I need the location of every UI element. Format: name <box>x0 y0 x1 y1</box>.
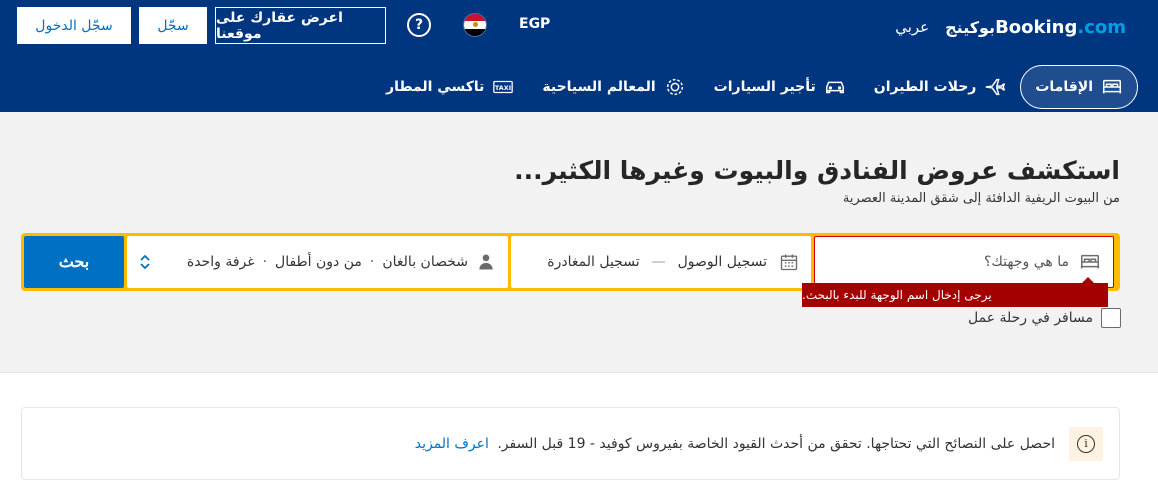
checkout-label: تسجيل المغادرة <box>547 254 640 270</box>
children-count: من دون أطفال <box>275 254 362 270</box>
bed-icon <box>1102 79 1122 94</box>
signin-button[interactable]: سجّل الدخول <box>17 7 131 44</box>
page-title: استكشف عروض الفنادق والبيوت وغيرها الكثي… <box>514 156 1120 185</box>
main-nav: الإقامات رحلات الطيران تأجير السيارات ال… <box>372 62 1138 112</box>
business-travel-label: مسافر في رحلة عمل <box>968 310 1093 326</box>
chevron-updown-icon <box>139 254 151 270</box>
car-icon <box>825 81 844 94</box>
learn-more-link[interactable]: اعرف المزيد <box>415 436 489 452</box>
logo-wordmark: Booking <box>995 16 1078 38</box>
tab-flights[interactable]: رحلات الطيران <box>860 65 1021 109</box>
logo-suffix: .com <box>1077 16 1126 38</box>
egypt-flag-icon[interactable] <box>463 13 487 37</box>
logo-language: عربي <box>895 18 930 36</box>
checkin-label: تسجيل الوصول <box>677 254 767 270</box>
header: Booking.com بوكينج عربي EGP ? اعرض عقارك… <box>0 0 1158 112</box>
logo-arabic: بوكينج <box>945 17 996 37</box>
tab-airport-taxi[interactable]: TAXI تاكسي المطار <box>372 65 528 109</box>
business-travel-option[interactable]: مسافر في رحلة عمل <box>968 308 1121 328</box>
tab-airport-taxi-label: تاكسي المطار <box>386 79 485 95</box>
calendar-icon <box>780 254 798 271</box>
tab-attractions[interactable]: المعالم السياحية <box>528 65 699 109</box>
tab-car-rental[interactable]: تأجير السيارات <box>700 65 860 109</box>
attractions-icon <box>666 78 683 96</box>
hero-section: استكشف عروض الفنادق والبيوت وغيرها الكثي… <box>0 112 1158 373</box>
booking-logo[interactable]: Booking.com بوكينج عربي <box>895 14 1126 40</box>
destination-input[interactable]: ما هي وجهتك؟ <box>814 236 1114 288</box>
taxi-icon: TAXI <box>493 80 514 94</box>
tab-attractions-label: المعالم السياحية <box>542 79 656 95</box>
list-property-button[interactable]: اعرض عقارك على موقعنا <box>215 7 386 44</box>
info-icon: i <box>1069 426 1103 461</box>
person-icon <box>479 254 493 270</box>
currency-selector[interactable]: EGP <box>519 16 550 32</box>
destination-error-tooltip: يرجى إدخال اسم الوجهة للبدء بالبحث. <box>802 277 1108 307</box>
search-button[interactable]: بحث <box>24 236 124 288</box>
tab-stays-label: الإقامات <box>1035 79 1093 95</box>
svg-text:TAXI: TAXI <box>495 84 511 92</box>
guests-selector[interactable]: شخصان بالغان · من دون أطفال · غرفة واحدة <box>127 236 508 288</box>
bed-icon <box>1080 254 1100 269</box>
register-button[interactable]: سجّل <box>139 7 207 44</box>
destination-placeholder: ما هي وجهتك؟ <box>983 254 1069 270</box>
page-subtitle: من البيوت الريفية الدافئة إلى شقق المدين… <box>842 191 1120 206</box>
business-travel-checkbox[interactable] <box>1101 308 1121 328</box>
tab-stays[interactable]: الإقامات <box>1020 65 1138 109</box>
date-selector[interactable]: تسجيل الوصول — تسجيل المغادرة <box>511 236 811 288</box>
tab-car-rental-label: تأجير السيارات <box>713 79 816 95</box>
rooms-count: غرفة واحدة <box>186 254 255 270</box>
covid-notice: i احصل على النصائح التي تحتاجها. تحقق من… <box>21 407 1120 480</box>
airplane-icon <box>986 78 1006 96</box>
adults-count: شخصان بالغان <box>382 254 468 270</box>
help-icon[interactable]: ? <box>407 13 431 37</box>
notice-text: احصل على النصائح التي تحتاجها. تحقق من أ… <box>414 435 1055 452</box>
tab-flights-label: رحلات الطيران <box>873 79 977 95</box>
